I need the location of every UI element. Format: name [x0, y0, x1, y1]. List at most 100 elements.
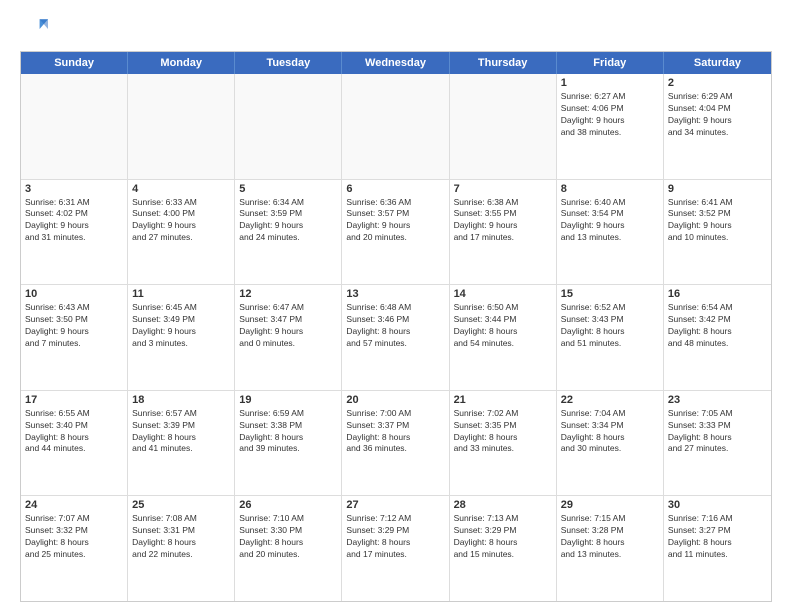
day-number: 2: [668, 77, 767, 89]
day-info: Sunrise: 7:13 AM Sunset: 3:29 PM Dayligh…: [454, 513, 552, 561]
day-number: 3: [25, 183, 123, 195]
calendar-cell: 22 Sunrise: 7:04 AM Sunset: 3:34 PM Dayli…: [557, 391, 664, 496]
calendar-cell: 14 Sunrise: 6:50 AM Sunset: 3:44 PM Dayli…: [450, 285, 557, 390]
calendar-week-1: 1Sunrise: 6:27 AM Sunset: 4:06 PM Daylig…: [21, 74, 771, 180]
calendar-cell: 15 Sunrise: 6:52 AM Sunset: 3:43 PM Dayli…: [557, 285, 664, 390]
day-number: 19: [239, 394, 337, 406]
header-cell-wednesday: Wednesday: [342, 52, 449, 74]
day-info: Sunrise: 6:59 AM Sunset: 3:38 PM Dayligh…: [239, 408, 337, 456]
day-number: 14: [454, 288, 552, 300]
day-info: Sunrise: 7:07 AM Sunset: 3:32 PM Dayligh…: [25, 513, 123, 561]
calendar-cell: 20 Sunrise: 7:00 AM Sunset: 3:37 PM Dayli…: [342, 391, 449, 496]
day-number: 12: [239, 288, 337, 300]
day-info: Sunrise: 6:34 AM Sunset: 3:59 PM Dayligh…: [239, 197, 337, 245]
day-info: Sunrise: 6:55 AM Sunset: 3:40 PM Dayligh…: [25, 408, 123, 456]
day-number: 13: [346, 288, 444, 300]
calendar-week-5: 24 Sunrise: 7:07 AM Sunset: 3:32 PM Dayli…: [21, 496, 771, 601]
day-number: 30: [668, 499, 767, 511]
header: [20, 15, 772, 43]
calendar-cell: 18 Sunrise: 6:57 AM Sunset: 3:39 PM Dayli…: [128, 391, 235, 496]
day-info: Sunrise: 6:43 AM Sunset: 3:50 PM Dayligh…: [25, 302, 123, 350]
calendar-cell: 5 Sunrise: 6:34 AM Sunset: 3:59 PM Daylig…: [235, 180, 342, 285]
calendar-cell: 13 Sunrise: 6:48 AM Sunset: 3:46 PM Dayli…: [342, 285, 449, 390]
calendar-body: 1Sunrise: 6:27 AM Sunset: 4:06 PM Daylig…: [21, 74, 771, 601]
day-number: 26: [239, 499, 337, 511]
day-number: 10: [25, 288, 123, 300]
day-info: Sunrise: 6:38 AM Sunset: 3:55 PM Dayligh…: [454, 197, 552, 245]
calendar-cell: [128, 74, 235, 179]
calendar-cell: [21, 74, 128, 179]
calendar-cell: 23Sunrise: 7:05 AM Sunset: 3:33 PM Dayli…: [664, 391, 771, 496]
day-number: 9: [668, 183, 767, 195]
day-number: 22: [561, 394, 659, 406]
header-cell-saturday: Saturday: [664, 52, 771, 74]
calendar-cell: 17 Sunrise: 6:55 AM Sunset: 3:40 PM Dayli…: [21, 391, 128, 496]
calendar-cell: 6 Sunrise: 6:36 AM Sunset: 3:57 PM Daylig…: [342, 180, 449, 285]
calendar-cell: 11 Sunrise: 6:45 AM Sunset: 3:49 PM Dayli…: [128, 285, 235, 390]
calendar-cell: 28 Sunrise: 7:13 AM Sunset: 3:29 PM Dayli…: [450, 496, 557, 601]
day-number: 17: [25, 394, 123, 406]
calendar-cell: [450, 74, 557, 179]
header-cell-friday: Friday: [557, 52, 664, 74]
calendar-cell: 12 Sunrise: 6:47 AM Sunset: 3:47 PM Dayli…: [235, 285, 342, 390]
day-info: Sunrise: 6:27 AM Sunset: 4:06 PM Dayligh…: [561, 91, 659, 139]
day-info: Sunrise: 6:54 AM Sunset: 3:42 PM Dayligh…: [668, 302, 767, 350]
calendar-cell: 24 Sunrise: 7:07 AM Sunset: 3:32 PM Dayli…: [21, 496, 128, 601]
day-number: 15: [561, 288, 659, 300]
calendar-cell: 1Sunrise: 6:27 AM Sunset: 4:06 PM Daylig…: [557, 74, 664, 179]
calendar: SundayMondayTuesdayWednesdayThursdayFrid…: [20, 51, 772, 602]
header-cell-monday: Monday: [128, 52, 235, 74]
logo-icon: [20, 15, 48, 43]
calendar-cell: 30Sunrise: 7:16 AM Sunset: 3:27 PM Dayli…: [664, 496, 771, 601]
day-info: Sunrise: 7:00 AM Sunset: 3:37 PM Dayligh…: [346, 408, 444, 456]
day-number: 29: [561, 499, 659, 511]
calendar-week-4: 17 Sunrise: 6:55 AM Sunset: 3:40 PM Dayli…: [21, 391, 771, 497]
calendar-cell: 21Sunrise: 7:02 AM Sunset: 3:35 PM Dayli…: [450, 391, 557, 496]
day-info: Sunrise: 6:48 AM Sunset: 3:46 PM Dayligh…: [346, 302, 444, 350]
header-cell-thursday: Thursday: [450, 52, 557, 74]
calendar-cell: 8Sunrise: 6:40 AM Sunset: 3:54 PM Daylig…: [557, 180, 664, 285]
day-info: Sunrise: 6:52 AM Sunset: 3:43 PM Dayligh…: [561, 302, 659, 350]
calendar-cell: 2Sunrise: 6:29 AM Sunset: 4:04 PM Daylig…: [664, 74, 771, 179]
day-number: 28: [454, 499, 552, 511]
day-info: Sunrise: 7:08 AM Sunset: 3:31 PM Dayligh…: [132, 513, 230, 561]
day-number: 18: [132, 394, 230, 406]
calendar-cell: 25Sunrise: 7:08 AM Sunset: 3:31 PM Dayli…: [128, 496, 235, 601]
day-number: 27: [346, 499, 444, 511]
calendar-cell: 9 Sunrise: 6:41 AM Sunset: 3:52 PM Daylig…: [664, 180, 771, 285]
header-cell-tuesday: Tuesday: [235, 52, 342, 74]
calendar-cell: 7 Sunrise: 6:38 AM Sunset: 3:55 PM Daylig…: [450, 180, 557, 285]
day-info: Sunrise: 7:02 AM Sunset: 3:35 PM Dayligh…: [454, 408, 552, 456]
day-number: 7: [454, 183, 552, 195]
calendar-cell: 3 Sunrise: 6:31 AM Sunset: 4:02 PM Daylig…: [21, 180, 128, 285]
day-info: Sunrise: 6:45 AM Sunset: 3:49 PM Dayligh…: [132, 302, 230, 350]
day-info: Sunrise: 7:15 AM Sunset: 3:28 PM Dayligh…: [561, 513, 659, 561]
day-number: 11: [132, 288, 230, 300]
day-info: Sunrise: 7:05 AM Sunset: 3:33 PM Dayligh…: [668, 408, 767, 456]
day-number: 24: [25, 499, 123, 511]
calendar-cell: 26Sunrise: 7:10 AM Sunset: 3:30 PM Dayli…: [235, 496, 342, 601]
calendar-week-2: 3 Sunrise: 6:31 AM Sunset: 4:02 PM Daylig…: [21, 180, 771, 286]
day-number: 5: [239, 183, 337, 195]
day-info: Sunrise: 6:36 AM Sunset: 3:57 PM Dayligh…: [346, 197, 444, 245]
day-number: 16: [668, 288, 767, 300]
day-info: Sunrise: 6:33 AM Sunset: 4:00 PM Dayligh…: [132, 197, 230, 245]
day-info: Sunrise: 6:31 AM Sunset: 4:02 PM Dayligh…: [25, 197, 123, 245]
day-number: 6: [346, 183, 444, 195]
calendar-cell: [235, 74, 342, 179]
calendar-cell: 4Sunrise: 6:33 AM Sunset: 4:00 PM Daylig…: [128, 180, 235, 285]
day-info: Sunrise: 6:41 AM Sunset: 3:52 PM Dayligh…: [668, 197, 767, 245]
day-info: Sunrise: 6:50 AM Sunset: 3:44 PM Dayligh…: [454, 302, 552, 350]
day-info: Sunrise: 7:04 AM Sunset: 3:34 PM Dayligh…: [561, 408, 659, 456]
calendar-cell: [342, 74, 449, 179]
calendar-week-3: 10 Sunrise: 6:43 AM Sunset: 3:50 PM Dayli…: [21, 285, 771, 391]
calendar-cell: 27 Sunrise: 7:12 AM Sunset: 3:29 PM Dayli…: [342, 496, 449, 601]
header-cell-sunday: Sunday: [21, 52, 128, 74]
day-info: Sunrise: 7:12 AM Sunset: 3:29 PM Dayligh…: [346, 513, 444, 561]
day-info: Sunrise: 6:47 AM Sunset: 3:47 PM Dayligh…: [239, 302, 337, 350]
logo: [20, 15, 52, 43]
day-number: 20: [346, 394, 444, 406]
calendar-cell: 10 Sunrise: 6:43 AM Sunset: 3:50 PM Dayli…: [21, 285, 128, 390]
calendar-cell: 19 Sunrise: 6:59 AM Sunset: 3:38 PM Dayli…: [235, 391, 342, 496]
day-info: Sunrise: 6:57 AM Sunset: 3:39 PM Dayligh…: [132, 408, 230, 456]
